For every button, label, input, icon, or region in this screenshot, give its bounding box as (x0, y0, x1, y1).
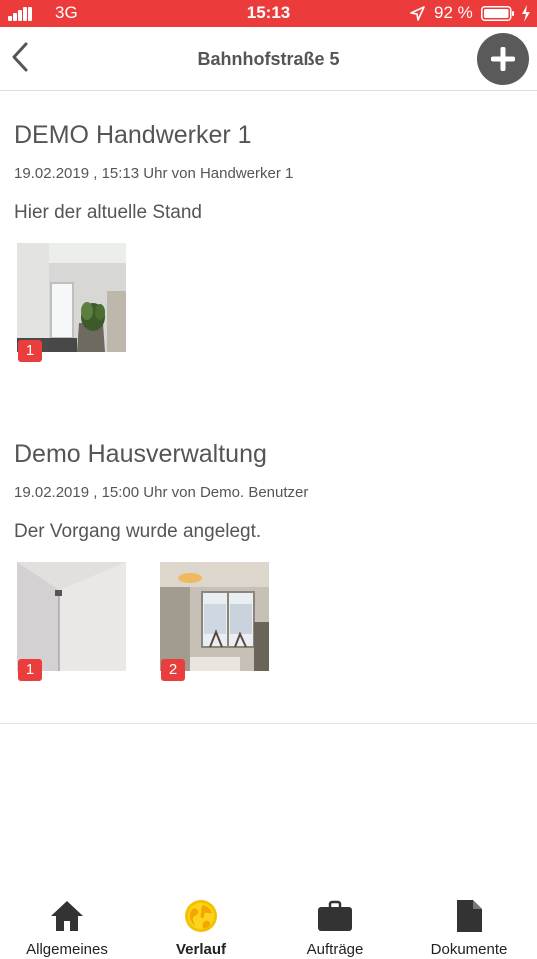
navigation-bar: Bahnhofstraße 5 (0, 27, 537, 91)
entry-text: Der Vorgang wurde angelegt. (14, 521, 262, 542)
photo-thumbnail[interactable]: 2 (160, 562, 269, 681)
photo-thumbnail[interactable]: 1 (17, 562, 126, 681)
page-title: Bahnhofstraße 5 (197, 49, 340, 69)
status-bar: 3G 15:13 92 % (0, 0, 537, 27)
document-icon (457, 900, 482, 932)
tab-auftraege[interactable]: Aufträge (268, 890, 402, 959)
entry-meta: 19.02.2019 , 15:00 Uhr von Demo. Benutze… (14, 484, 309, 501)
photo-number-badge: 1 (18, 659, 42, 681)
living-room-photo-image (160, 562, 269, 671)
battery-percent: 92 % (434, 3, 473, 22)
tab-label: Aufträge (306, 941, 364, 958)
plus-icon (491, 47, 515, 71)
home-icon (51, 901, 83, 931)
tab-allgemeines[interactable]: Allgemeines (0, 890, 134, 959)
photo-number-badge: 1 (18, 340, 42, 362)
feed-divider (0, 723, 537, 724)
briefcase-icon (318, 900, 352, 931)
entry-meta: 19.02.2019 , 15:13 Uhr von Handwerker 1 (14, 165, 294, 182)
entry-title: Demo Hausverwaltung (14, 440, 267, 468)
entry-text: Hier der altuelle Stand (14, 202, 202, 223)
entry-title: DEMO Handwerker 1 (14, 121, 252, 149)
add-button[interactable] (477, 33, 529, 85)
tab-label: Verlauf (175, 941, 227, 958)
room-photo-image (17, 243, 126, 352)
tab-label: Dokumente (430, 941, 508, 958)
battery-icon (481, 6, 514, 21)
tab-verlauf[interactable]: Verlauf (134, 890, 268, 959)
tab-dokumente[interactable]: Dokumente (402, 890, 536, 959)
photo-thumbnail[interactable]: 1 (17, 243, 126, 362)
location-arrow-icon (410, 6, 425, 21)
charging-bolt-icon (522, 5, 530, 22)
globe-icon (185, 900, 217, 932)
photo-number-badge: 2 (161, 659, 185, 681)
wall-photo-image (17, 562, 126, 671)
tab-bar: Allgemeines Verlauf Aufträge Dokumente (0, 890, 537, 959)
tab-label: Allgemeines (26, 941, 108, 958)
